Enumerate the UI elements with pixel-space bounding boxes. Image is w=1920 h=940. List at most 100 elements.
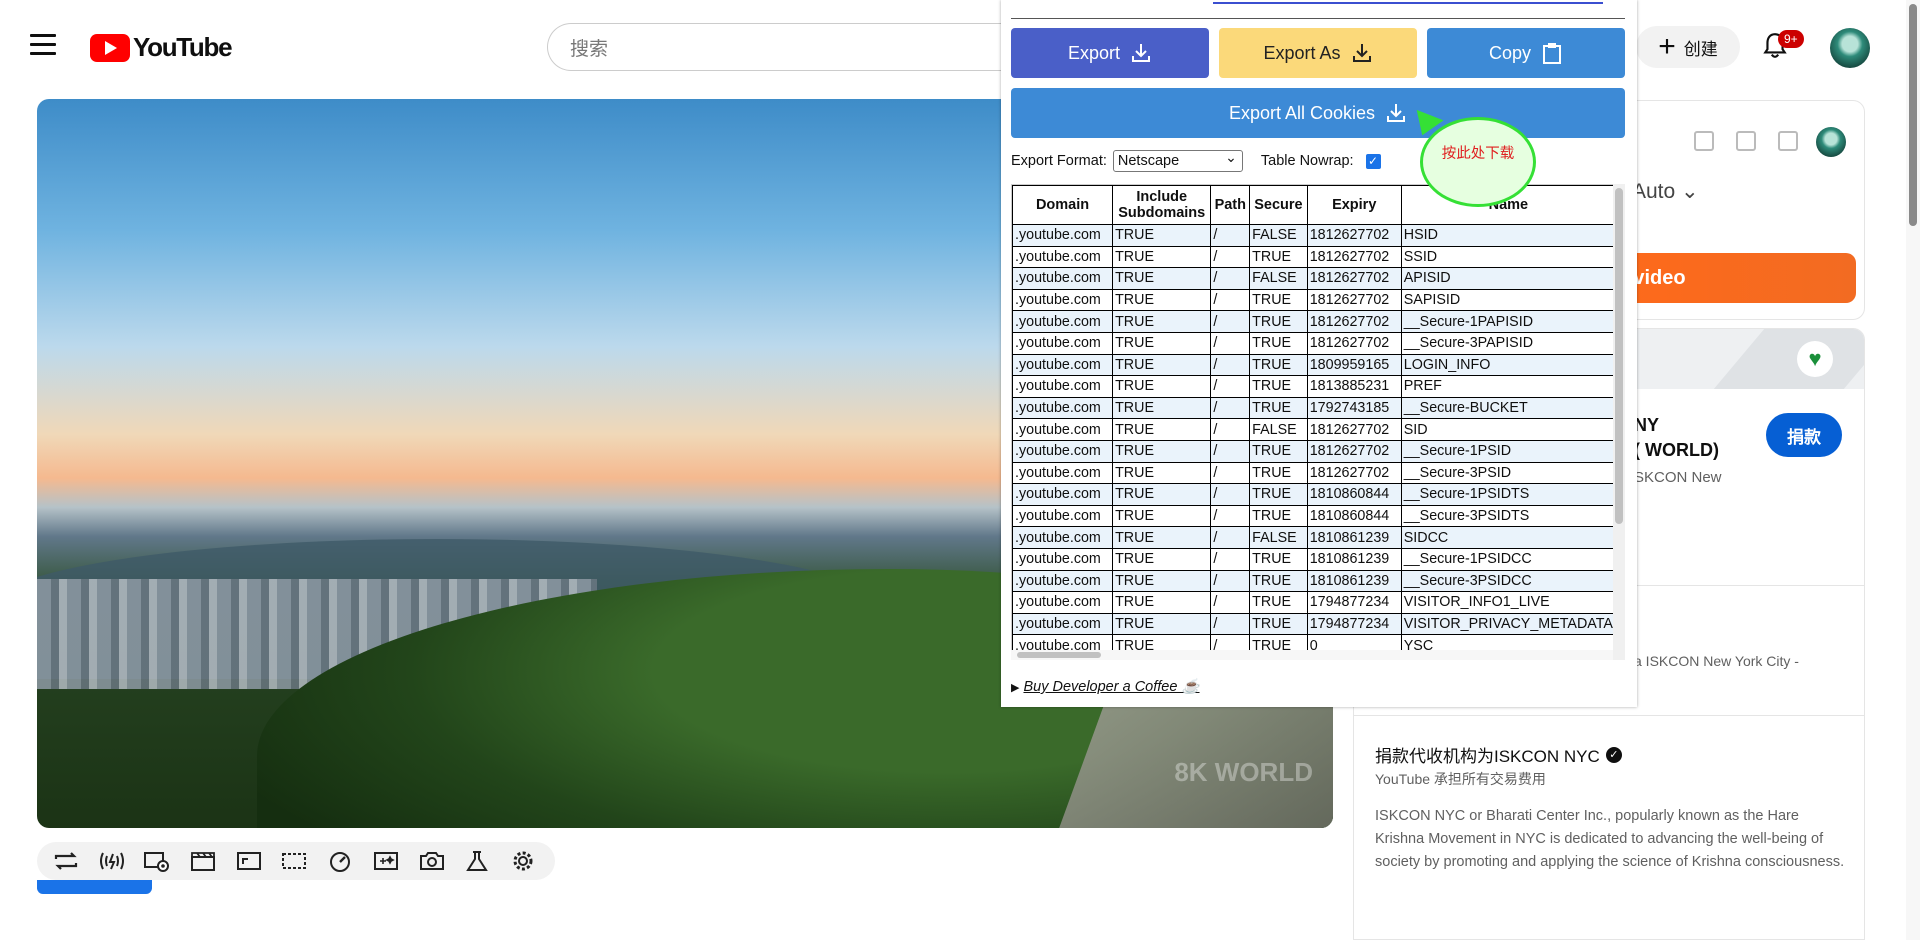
export-as-button[interactable]: Export As xyxy=(1219,28,1417,78)
format-select[interactable]: Netscape xyxy=(1112,149,1243,172)
cell-expiry: 1810861239 xyxy=(1306,569,1402,593)
avatar[interactable] xyxy=(1830,28,1870,68)
cell-path: / xyxy=(1210,353,1251,377)
table-vertical-scrollbar[interactable] xyxy=(1613,184,1625,660)
cell-domain: .youtube.com xyxy=(1012,418,1114,441)
cell-domain: .youtube.com xyxy=(1012,591,1114,614)
cell-name: __Secure-3PAPISID xyxy=(1400,331,1616,355)
cell-expiry: 1810860844 xyxy=(1306,504,1402,528)
cell-domain: .youtube.com xyxy=(1012,375,1114,398)
cell-name: HSID xyxy=(1400,224,1616,247)
table-horizontal-scrollbar[interactable] xyxy=(1011,650,1613,660)
create-button[interactable]: + 创建 xyxy=(1636,26,1740,68)
header-path: Path xyxy=(1210,185,1251,225)
subscribe-strip[interactable] xyxy=(37,880,152,894)
table-horizontal-thumb[interactable] xyxy=(1017,652,1101,658)
screenshot-icon[interactable] xyxy=(417,848,447,874)
table-row: .youtube.com TRUE / TRUE 1812627702 __Secure-… xyxy=(1012,461,1616,485)
format-label: Export Format: xyxy=(1011,153,1107,169)
page-scrollbar-thumb[interactable] xyxy=(1909,4,1917,226)
download-icon xyxy=(1132,44,1151,62)
audio-icon[interactable] xyxy=(97,848,127,874)
video-watermark: 8K WORLD xyxy=(1174,757,1313,787)
cell-domain: .youtube.com xyxy=(1012,267,1114,290)
nowrap-label: Table Nowrap: xyxy=(1260,153,1354,169)
popup-top-link[interactable] xyxy=(1213,0,1603,4)
player-extension-toolbar xyxy=(37,842,555,880)
loop-icon[interactable] xyxy=(51,848,81,874)
cell-include-subdomains: TRUE xyxy=(1112,483,1212,506)
cell-name: VISITOR_INFO1_LIVE xyxy=(1400,591,1616,614)
table-row: .youtube.com TRUE / TRUE 1810860844 __Secure-… xyxy=(1012,483,1616,506)
download-icon xyxy=(1352,44,1371,62)
cell-domain: .youtube.com xyxy=(1012,439,1114,463)
cell-path: / xyxy=(1210,245,1251,269)
disclosure-triangle-icon: ▶ xyxy=(1011,682,1020,694)
hamburger-menu-icon[interactable] xyxy=(30,34,56,58)
header-secure: Secure xyxy=(1249,185,1308,225)
cell-expiry: 1809959165 xyxy=(1306,353,1402,377)
cell-expiry: 1813885231 xyxy=(1306,375,1402,398)
cell-include-subdomains: TRUE xyxy=(1112,267,1212,290)
search-input[interactable]: 搜索 xyxy=(547,23,1007,71)
quality-select[interactable]: Auto ⌄ xyxy=(1632,179,1702,219)
share-icon[interactable] xyxy=(1736,131,1756,151)
cell-domain: .youtube.com xyxy=(1012,547,1114,571)
cell-secure: TRUE xyxy=(1249,310,1308,333)
table-row: .youtube.com TRUE / TRUE 1812627702 SSID xyxy=(1012,245,1616,269)
magic-plus-icon[interactable] xyxy=(371,848,401,874)
cell-name: __Secure-1PAPISID xyxy=(1400,310,1616,333)
nonprofit-title-text: 捐款代收机构为ISKCON NYC xyxy=(1375,747,1600,766)
table-vertical-thumb[interactable] xyxy=(1615,188,1623,524)
speed-icon[interactable] xyxy=(325,848,355,874)
table-row: .youtube.com TRUE / TRUE 1812627702 __Secure-… xyxy=(1012,439,1616,463)
sliders-icon[interactable] xyxy=(1778,131,1798,151)
export-all-cookies-button[interactable]: Export All Cookies xyxy=(1011,88,1625,138)
logo-text: YouTube xyxy=(133,32,233,62)
cell-expiry: 1792743185 xyxy=(1306,396,1402,420)
lab-icon[interactable] xyxy=(462,848,492,874)
cell-name: APISID xyxy=(1400,267,1616,290)
donate-button[interactable]: 捐款 xyxy=(1766,413,1842,457)
cell-secure: TRUE xyxy=(1249,569,1308,593)
buy-coffee-link[interactable]: ▶ Buy Developer a Coffee ☕ xyxy=(1011,678,1200,695)
copy-icon[interactable] xyxy=(1694,131,1714,151)
cookie-table: Domain Include Subdomains Path Secure Ex… xyxy=(1012,185,1616,657)
cell-include-subdomains: TRUE xyxy=(1112,591,1212,614)
export-button[interactable]: Export xyxy=(1011,28,1209,78)
cell-include-subdomains: TRUE xyxy=(1112,569,1212,593)
screen-watch-icon[interactable] xyxy=(142,848,172,874)
cell-expiry: 1812627702 xyxy=(1306,439,1402,463)
table-row: .youtube.com TRUE / TRUE 1812627702 __Secure-… xyxy=(1012,331,1616,355)
cookie-table-container[interactable]: Domain Include Subdomains Path Secure Ex… xyxy=(1011,184,1617,660)
cell-include-subdomains: TRUE xyxy=(1112,439,1212,463)
table-row: .youtube.com TRUE / TRUE 1812627702 SAPISID xyxy=(1012,288,1616,312)
cell-include-subdomains: TRUE xyxy=(1112,288,1212,312)
table-row: .youtube.com TRUE / TRUE 1792743185 __Secure-… xyxy=(1012,396,1616,420)
youtube-logo[interactable]: YouTube xyxy=(90,32,233,63)
cell-name: __Secure-3PSID xyxy=(1400,461,1616,485)
youtube-play-icon xyxy=(90,33,130,62)
copy-button[interactable]: Copy xyxy=(1427,28,1625,78)
aspect-icon[interactable] xyxy=(234,848,264,874)
settings-icon[interactable] xyxy=(508,848,538,874)
cell-expiry: 1794877234 xyxy=(1306,591,1402,614)
cell-include-subdomains: TRUE xyxy=(1112,245,1212,269)
nowrap-checkbox[interactable]: ✓ xyxy=(1365,153,1381,169)
cell-include-subdomains: TRUE xyxy=(1112,504,1212,528)
subtitle-icon[interactable] xyxy=(279,848,309,874)
header-expiry: Expiry xyxy=(1306,185,1402,225)
page-scrollbar[interactable] xyxy=(1906,0,1920,940)
cell-include-subdomains: TRUE xyxy=(1112,612,1212,636)
cell-expiry: 1812627702 xyxy=(1306,418,1402,441)
cell-path: / xyxy=(1210,375,1251,398)
cell-path: / xyxy=(1210,504,1251,528)
cell-secure: TRUE xyxy=(1249,375,1308,398)
table-row: .youtube.com TRUE / FALSE 1810861239 SIDCC xyxy=(1012,526,1616,549)
cell-path: / xyxy=(1210,310,1251,333)
table-row: .youtube.com TRUE / FALSE 1812627702 SID xyxy=(1012,418,1616,441)
cell-domain: .youtube.com xyxy=(1012,353,1114,377)
clapper-icon[interactable] xyxy=(188,848,218,874)
export-options: Export Format: Netscape Table Nowrap: ✓ xyxy=(1011,149,1381,172)
cell-name: SAPISID xyxy=(1400,288,1616,312)
